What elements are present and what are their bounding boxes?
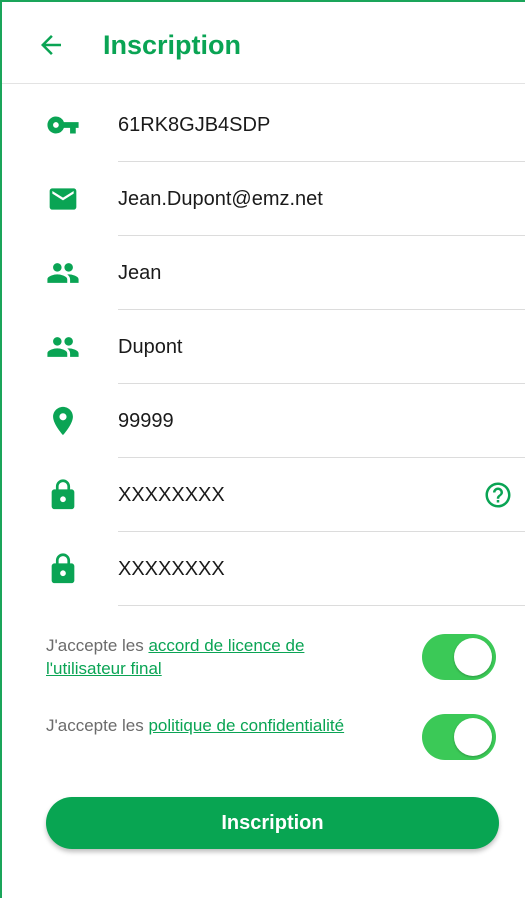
password-help-button[interactable] [483, 480, 513, 510]
lock-icon [46, 552, 80, 586]
toggle-knob [454, 718, 492, 756]
location-pin-icon [46, 404, 80, 438]
registration-screen: Inscription 61RK8GJB4SDP Jean.Dupont@emz… [0, 0, 525, 898]
app-bar: Inscription [2, 2, 525, 84]
last-name-row[interactable]: Dupont [2, 310, 525, 384]
arrow-left-icon [41, 35, 61, 55]
page-title: Inscription [103, 30, 242, 60]
email-icon [46, 182, 80, 216]
eula-toggle[interactable] [422, 634, 496, 680]
first-name-row[interactable]: Jean [2, 236, 525, 310]
people-icon [46, 330, 80, 364]
help-circle-icon [485, 482, 511, 508]
toggle-knob [454, 638, 492, 676]
eula-consent-text: J'accepte les accord de licence de l'uti… [46, 634, 376, 680]
postal-code-row[interactable]: 99999 [2, 384, 525, 458]
activation-code-value[interactable]: 61RK8GJB4SDP [118, 88, 270, 162]
email-row[interactable]: Jean.Dupont@emz.net [2, 162, 525, 236]
eula-prefix: J'accepte les [46, 636, 149, 655]
register-button[interactable]: Inscription [46, 797, 499, 849]
back-button[interactable] [36, 30, 66, 60]
people-icon [46, 256, 80, 290]
confirm-password-row[interactable]: XXXXXXXX [2, 532, 525, 606]
privacy-consent-text: J'accepte les politique de confidentiali… [46, 714, 376, 737]
privacy-prefix: J'accepte les [46, 716, 149, 735]
divider [118, 605, 525, 606]
lock-icon [46, 478, 80, 512]
confirm-password-value[interactable]: XXXXXXXX [118, 532, 225, 606]
privacy-toggle[interactable] [422, 714, 496, 760]
last-name-value[interactable]: Dupont [118, 310, 183, 384]
email-value[interactable]: Jean.Dupont@emz.net [118, 162, 323, 236]
password-row[interactable]: XXXXXXXX [2, 458, 525, 532]
activation-code-row[interactable]: 61RK8GJB4SDP [2, 88, 525, 162]
privacy-link[interactable]: politique de confidentialité [148, 716, 344, 735]
postal-code-value[interactable]: 99999 [118, 384, 174, 458]
first-name-value[interactable]: Jean [118, 236, 161, 310]
password-value[interactable]: XXXXXXXX [118, 458, 225, 532]
key-icon [46, 108, 80, 142]
